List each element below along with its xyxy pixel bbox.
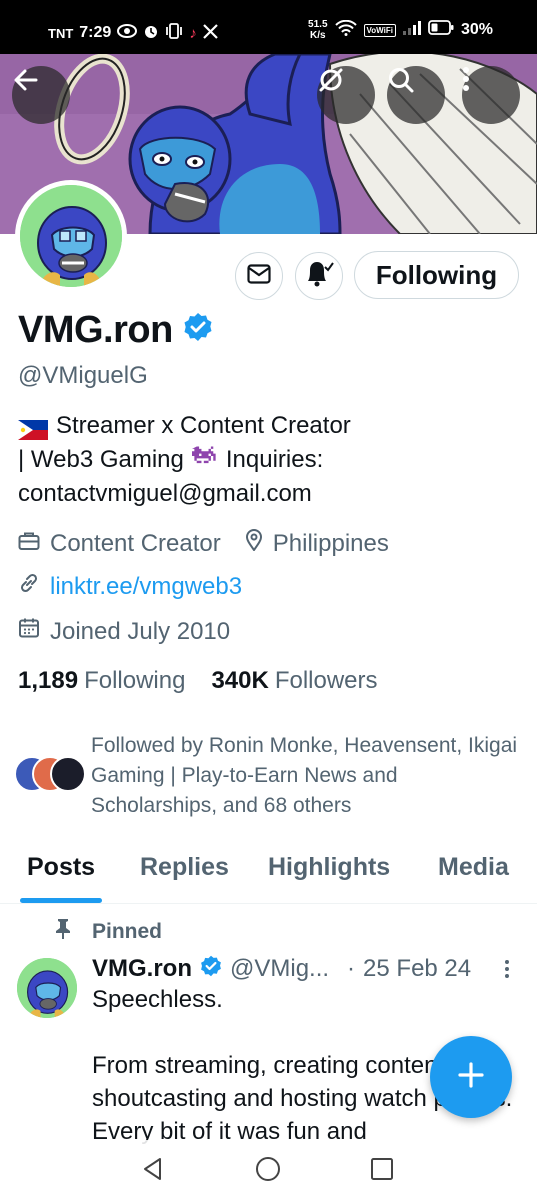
envelope-icon	[247, 263, 271, 289]
followed-by-text: Followed by Ronin Monke, Heavensent, Iki…	[91, 734, 518, 817]
vibrate-icon	[165, 23, 183, 43]
bio-line-1: Streamer x Content Creator	[18, 409, 518, 443]
bio-email[interactable]: contactvmiguel@gmail.com	[18, 477, 312, 511]
link-icon	[18, 572, 40, 601]
profile-bio: Streamer x Content Creator | Web3 Gaming…	[18, 409, 518, 511]
profile-website-link[interactable]: linktr.ee/vmgweb3	[50, 573, 242, 601]
tweet-separator: ·	[347, 955, 356, 982]
wifi-icon	[334, 19, 357, 41]
profile-location: Philippines	[272, 529, 389, 557]
profile-category: Content Creator	[50, 529, 221, 557]
profile-tabs: Posts Replies Highlights Media	[0, 838, 537, 904]
pinned-label: Pinned	[92, 920, 163, 943]
grok-button[interactable]	[317, 66, 375, 124]
followed-by-avatars	[14, 756, 94, 796]
nav-back-button[interactable]	[140, 1157, 166, 1186]
tweet-more-button[interactable]	[499, 958, 515, 985]
location-pin-icon	[245, 529, 263, 558]
philippines-flag-icon	[18, 416, 48, 440]
pin-icon	[54, 918, 72, 946]
battery-percent: 30%	[460, 21, 493, 38]
bio-line-2: | Web3 Gaming Inquiries:	[18, 443, 518, 477]
triangle-back-icon	[141, 1157, 165, 1186]
tweet-author-handle[interactable]: @VMig...	[230, 955, 329, 983]
bio-line-3: contactvmiguel@gmail.com	[18, 477, 518, 511]
nav-home-button[interactable]	[255, 1156, 281, 1187]
network-speed: 51.5 K/s	[308, 19, 327, 41]
tab-highlights[interactable]: Highlights	[268, 853, 390, 882]
nav-recents-button[interactable]	[369, 1157, 395, 1186]
tweet-paragraph-1: Speechless.	[92, 986, 223, 1013]
status-left: TNT 7:29 ♪	[48, 23, 218, 43]
profile-handle: @VMiguelG	[18, 362, 148, 389]
bell-check-icon	[304, 260, 334, 293]
profile-joined-date: Joined July 2010	[50, 617, 231, 645]
followers-label: Followers	[274, 667, 378, 694]
following-count-link[interactable]: 1,189 Following	[18, 667, 185, 695]
follow-counts: 1,189 Following 340K Followers	[18, 667, 378, 695]
space-invader-icon	[189, 443, 218, 477]
back-button[interactable]	[12, 66, 70, 124]
system-nav-bar	[0, 1140, 537, 1200]
briefcase-icon	[18, 530, 40, 558]
status-bar: TNT 7:29 ♪ 51.5 K/s VoWiFi 30%	[0, 0, 537, 54]
display-name: VMG.ron	[18, 309, 173, 351]
circle-home-icon	[255, 1156, 281, 1187]
tweet-date[interactable]: 25 Feb 24	[363, 955, 471, 983]
following-count: 1,189	[18, 667, 79, 694]
vowifi-badge: VoWiFi	[363, 23, 396, 37]
search-button[interactable]	[387, 66, 445, 124]
followers-count-link[interactable]: 340K Followers	[211, 667, 377, 695]
calendar-icon	[18, 617, 40, 646]
status-right: 51.5 K/s VoWiFi 30%	[308, 19, 493, 41]
eye-icon	[117, 24, 138, 42]
alarm-icon	[143, 23, 159, 43]
verified-badge-icon	[183, 309, 213, 352]
tab-posts[interactable]: Posts	[27, 853, 95, 882]
tweet-header: VMG.ron @VMig... · 25 Feb 24	[92, 952, 522, 986]
bio-text-2b: Inquiries:	[225, 446, 324, 473]
message-button[interactable]	[235, 252, 283, 300]
signal-icon	[402, 20, 421, 40]
tab-media[interactable]: Media	[438, 853, 509, 882]
following-label: Following	[84, 667, 186, 694]
net-speed-value: 51.5	[308, 19, 328, 30]
tab-replies[interactable]: Replies	[140, 853, 229, 882]
bio-text-2a: | Web3 Gaming	[18, 446, 184, 473]
verified-badge-icon	[200, 955, 222, 984]
plus-icon	[456, 1060, 486, 1095]
profile-meta-row: Content Creator Philippines	[18, 529, 389, 558]
profile-link-row: linktr.ee/vmgweb3	[18, 572, 242, 601]
following-button[interactable]: Following	[354, 251, 519, 299]
tweet-author-name[interactable]: VMG.ron	[92, 955, 192, 983]
notifications-button[interactable]	[295, 252, 343, 300]
bio-text-1: Streamer x Content Creator	[56, 412, 351, 439]
active-tab-indicator	[20, 898, 102, 903]
followers-count: 340K	[211, 667, 269, 694]
battery-icon	[428, 20, 454, 40]
compose-button[interactable]	[430, 1036, 512, 1118]
tiktok-icon: ♪	[189, 24, 197, 42]
profile-joined-row: Joined July 2010	[18, 617, 230, 646]
carrier-label: TNT	[48, 25, 74, 41]
more-vertical-icon	[499, 960, 515, 984]
avatar	[50, 756, 86, 792]
more-button[interactable]	[462, 66, 520, 124]
square-recents-icon	[370, 1157, 394, 1186]
profile-avatar[interactable]	[15, 180, 127, 292]
tweet-avatar[interactable]	[17, 958, 77, 1018]
display-name-row: VMG.ron	[18, 309, 213, 352]
x-logo-icon	[203, 23, 218, 43]
clock: 7:29	[79, 24, 112, 41]
pinned-label-row: Pinned	[54, 918, 162, 946]
avatar-image	[20, 185, 122, 287]
net-speed-unit: K/s	[310, 30, 326, 41]
